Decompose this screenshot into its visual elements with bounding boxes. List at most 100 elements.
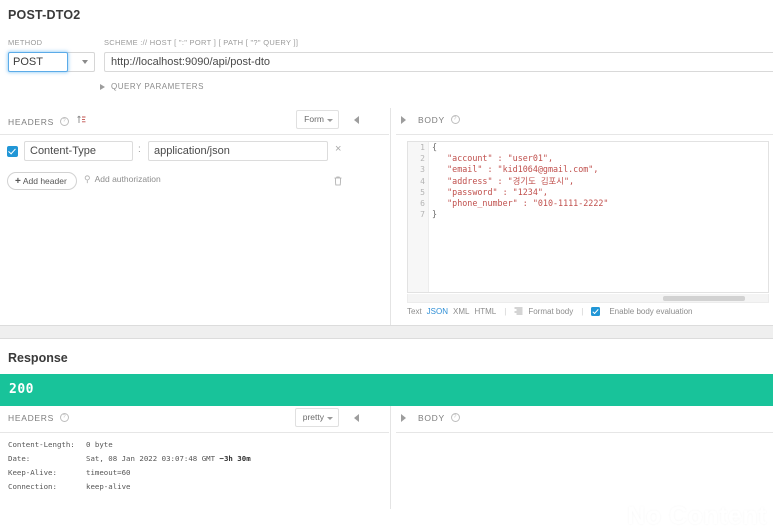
response-split: HEADERS ? pretty Content-Length: 0 byte [0,406,773,530]
format-html-button[interactable]: HTML [474,307,496,316]
collapse-left-button[interactable] [354,116,359,124]
toolbar-divider: | [504,307,507,316]
request-headers-header: HEADERS ? Form [0,108,389,135]
header-key-input[interactable] [24,141,133,161]
response-divider [390,406,391,509]
request-body-editor[interactable]: 1 2 3 4 5 6 7 { "account" : "user01", "e… [407,141,769,293]
method-field-group: METHOD [8,38,100,74]
add-header-label: Add header [22,176,67,186]
response-body-title: BODY [418,413,445,423]
url-field-group: SCHEME :// HOST [ ":" PORT ] [ PATH [ "?… [104,38,773,72]
url-label: SCHEME :// HOST [ ":" PORT ] [ PATH [ "?… [104,38,299,47]
collapse-right-button[interactable] [401,414,406,422]
code-line: "email" : "kid1064@gmail.com", [432,164,599,175]
http-client-window: POST-DTO2 METHOD SCHEME :// HOST [ ":" P… [0,0,773,530]
query-parameters-label: QUERY PARAMETERS [111,82,204,91]
response-pane: Response 200 HEADERS ? pretty Content-Le… [0,339,773,530]
query-parameters-toggle[interactable]: QUERY PARAMETERS [100,82,204,91]
url-input[interactable] [104,52,773,72]
response-body-panel: BODY ? No Content [396,406,773,530]
header-enabled-checkbox[interactable] [7,146,18,157]
table-row: Date: Sat, 08 Jan 2022 03:07:48 GMT −3h … [8,454,378,468]
code-line: } [432,209,438,220]
add-authorization-label: Add authorization [94,174,161,184]
code-line: "phone_number" : "010-1111-2222" [432,197,609,208]
header-value: keep-alive [86,482,131,491]
header-value: Sat, 08 Jan 2022 03:07:48 GMT −3h 30m [86,454,251,463]
code-line: "address" : "경기도 김포시", [432,175,575,186]
response-title: Response [8,351,68,365]
response-headers-header: HEADERS ? pretty [0,406,389,433]
header-name: Connection: [8,482,57,491]
response-headers-view-select[interactable]: pretty [294,408,339,427]
request-pane: POST-DTO2 METHOD SCHEME :// HOST [ ":" P… [0,0,773,325]
request-body-header: BODY ? [396,108,773,135]
line-number: 3 [420,165,425,175]
body-format-toolbar: Text JSON XML HTML | Format body | Enabl… [407,307,693,316]
toolbar-divider: | [581,307,584,316]
line-number: 6 [420,198,425,208]
sort-icon[interactable] [77,115,86,126]
response-body-placeholder: No Content [627,502,767,530]
header-name: Keep-Alive: [8,468,57,477]
collapse-right-button[interactable] [401,116,406,124]
header-value-input[interactable] [148,141,328,161]
chevron-down-icon [82,60,88,64]
header-row: : × [0,141,389,165]
request-headers-view-value: Form [304,114,324,124]
help-icon[interactable]: ? [60,413,70,422]
table-row: Keep-Alive: timeout=60 [8,468,378,482]
request-body-panel: BODY ? 1 2 3 4 5 6 7 {"account": "user… [396,108,773,325]
method-dropdown-button[interactable] [67,52,95,72]
pane-splitter[interactable] [0,325,773,339]
code-line: "password" : "1234", [432,186,548,197]
method-label: METHOD [8,38,43,47]
request-split: HEADERS ? Form Content-Type: applicatio… [0,108,773,325]
line-number: 7 [420,210,425,220]
response-body-title-group: BODY ? [418,413,460,423]
request-title: POST-DTO2 [8,8,81,22]
line-number: 2 [420,154,425,164]
add-header-button[interactable]: + Add header [7,172,77,190]
editor-line-numbers: 1 2 3 4 5 6 7 [408,142,429,292]
header-actions: + Add header ⚲ Add authorization [0,172,389,196]
format-xml-button[interactable]: XML [453,307,469,316]
header-separator: : [138,144,141,155]
response-headers-title-group: HEADERS ? [8,413,70,423]
method-input[interactable] [8,52,68,72]
collapse-left-button[interactable] [354,414,359,422]
response-headers-table: Content-Length: 0 byte Date: Sat, 08 Jan… [8,440,378,496]
status-badge: 200 [0,374,773,406]
header-value: 0 byte [86,440,113,449]
line-number: 4 [420,176,425,186]
help-icon[interactable]: ? [450,115,460,124]
format-json-button[interactable]: JSON [427,307,448,316]
enable-body-evaluation-checkbox[interactable] [591,307,601,316]
request-headers-title-group: HEADERS ? [8,115,86,127]
request-body-title-group: BODY ? [418,115,460,125]
header-value: timeout=60 [86,468,131,477]
header-name: Date: [8,454,31,463]
table-row: Connection: keep-alive [8,482,378,496]
help-icon[interactable]: ? [450,413,460,422]
code-line: { [432,142,438,152]
remove-header-icon[interactable]: × [335,143,341,155]
delete-all-headers-icon[interactable] [334,173,342,191]
format-text-button[interactable]: Text [407,307,422,316]
editor-code[interactable]: { "account" : "user01", "email" : "kid10… [432,142,768,220]
response-headers-panel: HEADERS ? pretty Content-Length: 0 byte [0,406,389,509]
header-name: Content-Length: [8,440,75,449]
format-body-icon [514,307,523,316]
add-authorization-button[interactable]: ⚲ Add authorization [84,174,161,185]
editor-horizontal-scrollbar[interactable] [407,294,769,303]
format-body-button[interactable]: Format body [528,307,573,316]
scrollbar-thumb[interactable] [663,296,745,301]
request-headers-view-select[interactable]: Form [296,110,339,129]
chevron-right-icon [100,83,105,90]
help-icon[interactable]: ? [60,117,70,126]
request-body-title: BODY [418,115,445,125]
response-headers-title: HEADERS [8,413,54,423]
table-row: Content-Length: 0 byte [8,440,378,454]
response-headers-view-value: pretty [302,412,324,422]
request-headers-panel: HEADERS ? Form Content-Type: applicatio… [0,108,389,325]
